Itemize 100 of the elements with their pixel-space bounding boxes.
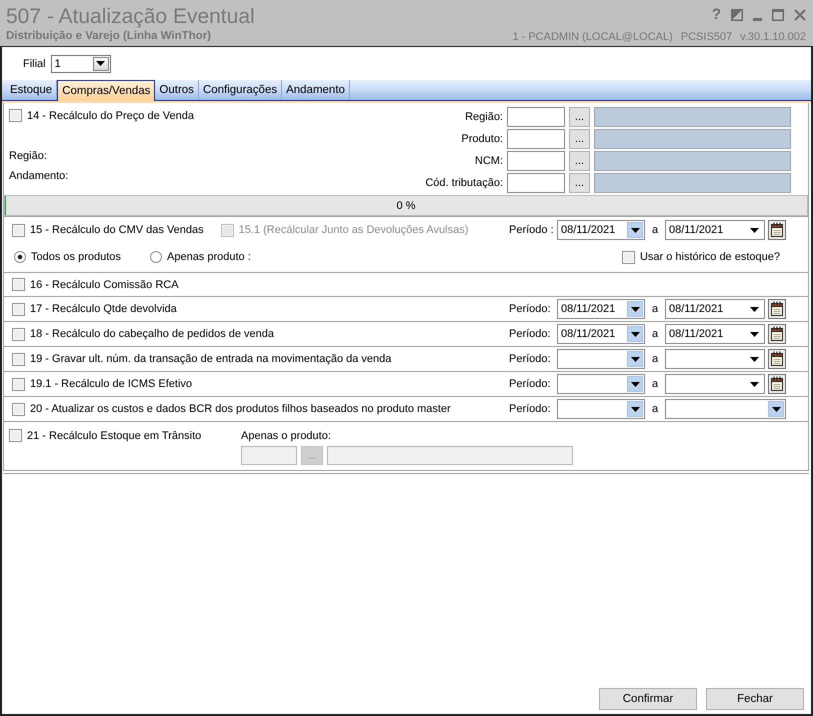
dropdown-button[interactable] [627, 222, 643, 238]
browse-button[interactable]: ... [569, 107, 590, 127]
checkbox-label[interactable]: 14 - Recálculo do Preço de Venda [27, 110, 194, 122]
contrast-icon[interactable] [731, 9, 743, 21]
calendar-icon[interactable] [768, 374, 786, 394]
date-field[interactable]: 08/11/2021 [665, 324, 765, 344]
program-code: PCSIS507 [680, 31, 732, 43]
window-title: 507 - Atualização Eventual [6, 4, 255, 29]
browse-button[interactable]: ... [569, 173, 590, 193]
period-label: Período: [509, 403, 552, 415]
radio-label[interactable]: Apenas produto : [167, 251, 251, 263]
checkbox[interactable] [9, 429, 22, 442]
checkbox-label[interactable]: 20 - Atualizar os custos e dados BCR dos produtos filhos baseados no produto master [30, 403, 451, 415]
date-field[interactable]: 08/11/2021 [557, 220, 645, 240]
checkbox[interactable] [12, 378, 25, 390]
caret-icon [772, 406, 780, 412]
checkbox-label[interactable]: 19.1 - Recálculo de ICMS Efetivo [30, 378, 192, 390]
range-separator: a [650, 303, 660, 315]
calendar-icon[interactable] [768, 299, 786, 319]
date-field[interactable]: 08/11/2021 [665, 220, 765, 240]
confirm-button[interactable]: Confirmar [599, 688, 697, 710]
radio-button[interactable] [150, 251, 162, 263]
code-field[interactable] [507, 129, 565, 149]
code-field[interactable] [507, 151, 565, 171]
filial-select[interactable]: 1 [50, 54, 111, 72]
dropdown-button[interactable] [627, 301, 643, 317]
dropdown-button[interactable] [768, 401, 784, 417]
version-label: v.30.1.10.002 [740, 31, 806, 43]
radio-label[interactable]: Todos os produtos [31, 251, 121, 263]
checkbox[interactable] [12, 278, 25, 291]
date-field[interactable] [665, 374, 765, 394]
radio-button[interactable] [14, 251, 26, 263]
checkbox-label[interactable]: 21 - Recálculo Estoque em Trânsito [27, 430, 202, 442]
date-field[interactable] [557, 374, 645, 394]
dropdown-button[interactable] [627, 326, 643, 342]
checkbox[interactable] [9, 109, 22, 122]
checkbox-label[interactable]: 17 - Recálculo Qtde devolvida [30, 303, 177, 315]
period-label: Período: [509, 328, 552, 340]
dropdown-button[interactable] [627, 376, 643, 392]
caret-icon[interactable] [750, 382, 759, 386]
code-field[interactable] [507, 107, 565, 127]
caret-icon[interactable] [750, 356, 759, 362]
calendar-icon[interactable] [768, 349, 786, 369]
caret-icon[interactable] [750, 306, 759, 312]
filial-label: Filial [23, 58, 46, 70]
checkbox[interactable] [12, 328, 25, 340]
date-field[interactable]: 08/11/2021 [665, 299, 765, 319]
status-label: Região: [9, 149, 47, 164]
caret-icon[interactable] [750, 228, 759, 232]
date-field[interactable] [557, 399, 645, 419]
range-separator: a [650, 328, 660, 340]
checkbox-label[interactable]: 18 - Recálculo do cabeçalho de pedidos de venda [30, 328, 274, 340]
checkbox[interactable] [12, 402, 25, 416]
checkbox-label[interactable]: 15 - Recálculo do CMV das Vendas [30, 224, 204, 236]
dropdown-button[interactable] [92, 56, 109, 70]
period-label: Período: [509, 378, 552, 390]
dropdown-button[interactable] [627, 351, 643, 367]
date-field[interactable] [557, 349, 645, 369]
maximize-icon[interactable] [772, 9, 784, 21]
calendar-icon[interactable] [768, 324, 786, 344]
range-separator: a [650, 224, 660, 236]
tab[interactable]: Andamento [282, 80, 350, 100]
calendar-icon[interactable] [768, 220, 786, 240]
window-subtitle: Distribuição e Varejo (Linha WinThor) [6, 30, 212, 43]
checkbox[interactable] [12, 302, 25, 316]
caret-icon [96, 61, 106, 66]
caret-icon [630, 306, 640, 312]
close-button[interactable]: Fechar [706, 688, 804, 710]
caret-icon [630, 228, 640, 232]
date-field[interactable] [665, 349, 765, 369]
checkbox[interactable] [12, 224, 25, 236]
field-label: Produto: [461, 133, 503, 145]
field-label: NCM: [474, 155, 503, 167]
tab[interactable]: Compras/Vendas [57, 80, 156, 101]
range-separator: a [650, 403, 660, 415]
caret-icon [630, 332, 640, 336]
caret-icon [630, 356, 640, 362]
checkbox-label[interactable]: Usar o histórico de estoque? [640, 251, 780, 263]
date-field[interactable] [665, 399, 786, 419]
code-field[interactable] [507, 173, 565, 193]
progress-label: 0 % [396, 200, 416, 212]
caret-icon[interactable] [750, 332, 759, 336]
browse-button[interactable]: ... [569, 129, 590, 149]
range-separator: a [650, 353, 660, 365]
browse-button[interactable]: ... [569, 151, 590, 171]
checkbox[interactable] [12, 352, 25, 366]
checkbox-label[interactable]: 16 - Recálculo Comissão RCA [30, 278, 179, 290]
caret-icon [630, 406, 640, 412]
field-label: Cód. tributação: [425, 177, 503, 189]
tab[interactable]: Outros [155, 80, 199, 100]
dropdown-button[interactable] [627, 401, 643, 417]
period-label: Período: [509, 353, 552, 365]
tab[interactable]: Configurações [198, 80, 282, 100]
close-icon[interactable] [794, 9, 806, 21]
checkbox-label[interactable]: 19 - Gravar ult. núm. da transação de entrada na movimentação da venda [30, 353, 392, 365]
period-label: Período: [509, 303, 552, 315]
checkbox[interactable] [622, 250, 635, 264]
user-info: 1 - PCADMIN (LOCAL@LOCAL) [512, 31, 673, 43]
date-field[interactable]: 08/11/2021 [557, 324, 645, 344]
date-field[interactable]: 08/11/2021 [557, 299, 645, 319]
